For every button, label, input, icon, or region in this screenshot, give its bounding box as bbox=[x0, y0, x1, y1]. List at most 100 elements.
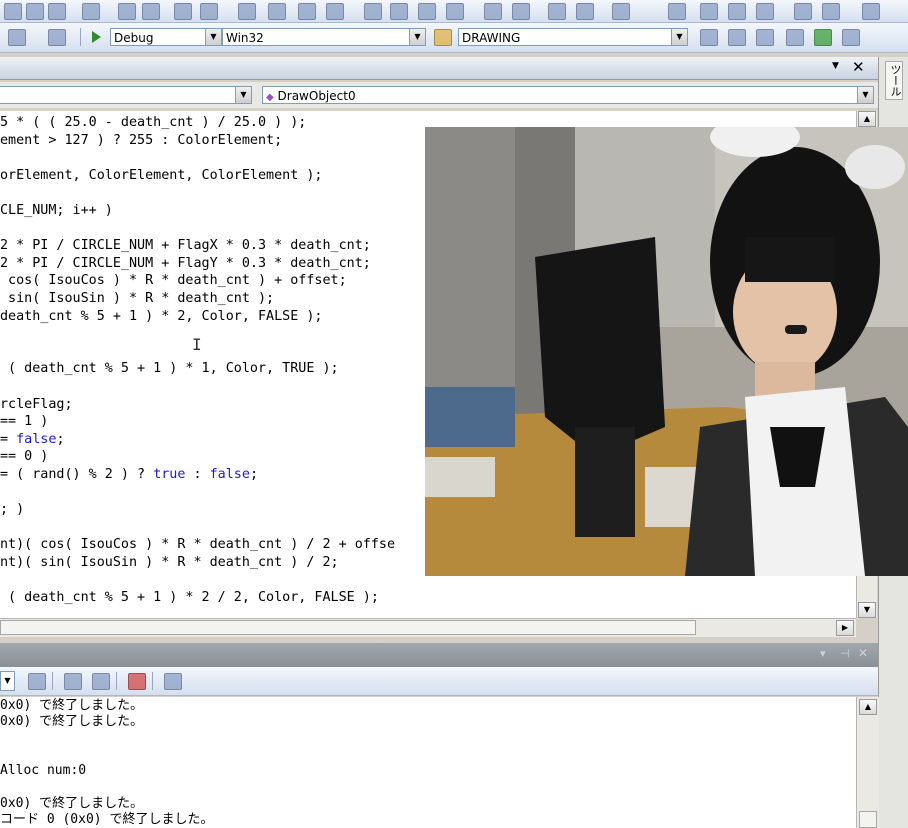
code-text: : bbox=[185, 467, 210, 482]
toolbar-icon[interactable] bbox=[484, 3, 502, 20]
member-combo[interactable]: ◆ DrawObject0 ▼ bbox=[262, 86, 874, 104]
code-text: = bbox=[0, 431, 17, 447]
scroll-up-icon[interactable]: ▲ bbox=[858, 111, 876, 127]
find-in-files-icon[interactable] bbox=[434, 29, 452, 46]
toolbar-icon[interactable] bbox=[8, 29, 26, 46]
code-line: 2 * PI / CIRCLE_NUM + FlagY * 0.3 * deat… bbox=[0, 255, 371, 271]
toolbar-icon[interactable] bbox=[786, 29, 804, 46]
code-line: nt)( sin( IsouSin ) * R * death_cnt ) / … bbox=[0, 555, 339, 570]
standard-toolbar bbox=[0, 0, 908, 23]
code-text: ; bbox=[249, 467, 258, 482]
code-line: orElement, ColorElement, ColorElement ); bbox=[0, 167, 323, 183]
editor-horizontal-scrollbar[interactable]: ▶ bbox=[0, 618, 856, 637]
toolbar-icon[interactable] bbox=[700, 29, 718, 46]
editor-title-bar bbox=[0, 57, 878, 80]
toolbar-icon[interactable] bbox=[668, 3, 686, 20]
toolbar-icon[interactable] bbox=[612, 3, 630, 20]
toolbar-icon[interactable] bbox=[512, 3, 530, 20]
code-keyword: false bbox=[16, 431, 57, 447]
chevron-down-icon[interactable]: ▼ bbox=[671, 29, 687, 45]
output-toolbar: ▼ bbox=[0, 667, 878, 696]
code-line: == 0 ) bbox=[0, 449, 49, 465]
scroll-up-icon[interactable]: ▲ bbox=[859, 699, 877, 715]
toolbar-separator bbox=[80, 28, 81, 46]
code-text: ; bbox=[56, 431, 65, 447]
toolbar-icon[interactable] bbox=[700, 3, 718, 20]
toolbar-icon[interactable] bbox=[576, 3, 594, 20]
code-line: death_cnt % 5 + 1 ) * 2, Color, FALSE ); bbox=[0, 308, 323, 324]
text-cursor-icon: I bbox=[192, 335, 202, 354]
chevron-down-icon[interactable]: ▼ bbox=[857, 87, 873, 103]
chevron-down-icon[interactable]: ▼ bbox=[409, 29, 425, 45]
find-combo-value: DRAWING bbox=[462, 31, 521, 45]
toolbar-icon[interactable] bbox=[48, 3, 66, 20]
chevron-down-icon[interactable]: ▼ bbox=[235, 87, 251, 103]
toolbar-icon[interactable] bbox=[756, 3, 774, 20]
toolbar-icon[interactable] bbox=[82, 3, 100, 20]
toolbar-icon[interactable] bbox=[118, 3, 136, 20]
toolbar-icon[interactable] bbox=[174, 3, 192, 20]
toolbar-icon[interactable] bbox=[418, 3, 436, 20]
find-combo[interactable]: DRAWING ▼ bbox=[458, 28, 688, 46]
toolbar-icon[interactable] bbox=[92, 673, 110, 690]
toolbar-icon[interactable] bbox=[268, 3, 286, 20]
window-position-icon[interactable]: ▾ bbox=[820, 647, 826, 660]
toolbar-icon[interactable] bbox=[842, 29, 860, 46]
code-line: CLE_NUM; i++ ) bbox=[0, 203, 113, 218]
scroll-down-icon[interactable]: ▼ bbox=[858, 602, 876, 618]
pin-icon[interactable]: ⊣ bbox=[840, 647, 850, 660]
scrollbar-thumb[interactable] bbox=[859, 811, 877, 828]
toolbar-icon[interactable] bbox=[822, 3, 840, 20]
code-line: ( death_cnt % 5 + 1 ) * 1, Color, TRUE )… bbox=[0, 361, 339, 377]
code-line: rcleFlag; bbox=[0, 396, 73, 412]
toolbar-icon[interactable] bbox=[364, 3, 382, 20]
toolbar-icon[interactable] bbox=[26, 3, 44, 20]
code-line: ( death_cnt % 5 + 1 ) * 2 / 2, Color, FA… bbox=[0, 590, 379, 606]
scroll-right-icon[interactable]: ▶ bbox=[836, 620, 854, 636]
toolbar-icon[interactable] bbox=[814, 29, 832, 46]
clear-all-icon[interactable] bbox=[128, 673, 146, 690]
toolbar-icon[interactable] bbox=[4, 3, 22, 20]
toolbar-icon[interactable] bbox=[326, 3, 344, 20]
start-debugging-icon[interactable] bbox=[92, 31, 101, 43]
webcam-frame bbox=[425, 127, 908, 576]
toolbar-icon[interactable] bbox=[64, 673, 82, 690]
toolbar-icon[interactable] bbox=[728, 3, 746, 20]
code-line: ement > 127 ) ? 255 : ColorElement; bbox=[0, 132, 283, 148]
toolbar-icon[interactable] bbox=[28, 673, 46, 690]
toolbar-icon[interactable] bbox=[200, 3, 218, 20]
toolbar-icon[interactable] bbox=[298, 3, 316, 20]
word-wrap-icon[interactable] bbox=[164, 673, 182, 690]
code-line: = ( rand() % 2 ) ? true : false; bbox=[0, 466, 258, 483]
output-line: 0x0) で終了しました。 bbox=[0, 698, 144, 713]
toolbar-icon[interactable] bbox=[862, 3, 880, 20]
output-pane[interactable]: 0x0) で終了しました。 0x0) で終了しました。 Alloc num:0 0x0… bbox=[0, 697, 856, 828]
chevron-down-icon[interactable]: ▼ bbox=[0, 671, 15, 691]
output-title-bar: ▾ ⊣ ✕ bbox=[0, 643, 878, 667]
toolbar-icon[interactable] bbox=[446, 3, 464, 20]
chevron-down-icon[interactable]: ▼ bbox=[205, 29, 221, 45]
toolbar-icon[interactable] bbox=[390, 3, 408, 20]
toolbar-icon[interactable] bbox=[142, 3, 160, 20]
webcam-video-overlay bbox=[425, 127, 908, 576]
toolbar-icon[interactable] bbox=[48, 29, 66, 46]
class-combo[interactable]: ▼ bbox=[0, 86, 252, 104]
close-icon[interactable]: ✕ bbox=[858, 646, 868, 660]
scrollbar-thumb[interactable] bbox=[0, 620, 696, 635]
code-line: 5 * ( ( 25.0 - death_cnt ) / 25.0 ) ); bbox=[0, 115, 307, 130]
output-line: Alloc num:0 bbox=[0, 763, 87, 779]
toolbar-icon[interactable] bbox=[756, 29, 774, 46]
solution-configuration-combo[interactable]: Debug ▼ bbox=[110, 28, 222, 46]
output-vertical-scrollbar[interactable]: ▲ bbox=[856, 697, 879, 828]
toolbar-icon[interactable] bbox=[238, 3, 256, 20]
toolbar-icon[interactable] bbox=[794, 3, 812, 20]
code-text: = ( rand() % 2 ) ? bbox=[0, 467, 154, 482]
close-icon[interactable]: ✕ bbox=[852, 58, 865, 76]
solution-platform-combo[interactable]: Win32 ▼ bbox=[222, 28, 426, 46]
code-line: 2 * PI / CIRCLE_NUM + FlagX * 0.3 * deat… bbox=[0, 238, 371, 254]
toolbar-icon[interactable] bbox=[728, 29, 746, 46]
window-position-icon[interactable]: ▼ bbox=[832, 61, 839, 71]
toolbar-icon[interactable] bbox=[548, 3, 566, 20]
solution-platform-value: Win32 bbox=[226, 31, 264, 45]
toolbox-tab[interactable]: ツール bbox=[885, 61, 903, 100]
